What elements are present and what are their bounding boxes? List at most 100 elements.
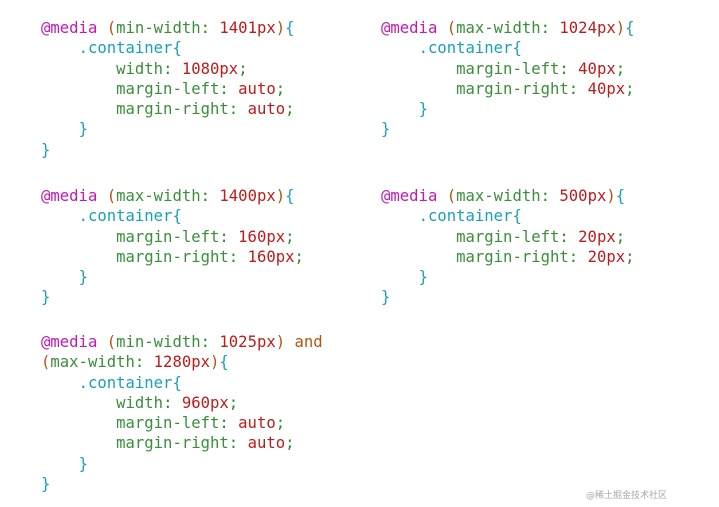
code-token-punc: : xyxy=(559,59,579,78)
code-token-punc: : xyxy=(163,393,182,412)
code-token-paren: ( xyxy=(106,19,117,37)
code-token-val: 20px xyxy=(578,227,616,246)
code-token-paren: ) xyxy=(210,353,220,372)
code-token-val: 20px xyxy=(587,247,626,266)
code-token-val: 40px xyxy=(587,79,626,98)
code-token-and: and xyxy=(294,333,323,351)
media-block-max-1400: @media (max-width: 1400px){ .container{ … xyxy=(41,186,304,308)
code-token-val: auto xyxy=(238,414,276,433)
code-token-punc: : xyxy=(568,79,588,98)
code-token-kw: @media xyxy=(41,19,98,37)
code-token-punc: ; xyxy=(625,247,635,266)
code-token-sel: .container xyxy=(78,207,173,226)
code-line: width: 960px; xyxy=(41,393,323,413)
code-token-punc: : xyxy=(540,19,560,37)
code-token-kw: @media xyxy=(41,333,98,351)
code-token-prop: margin-right xyxy=(116,100,229,119)
code-line: (max-width: 1280px){ xyxy=(41,352,323,372)
code-token-prop: max-width xyxy=(50,353,135,372)
code-token-sel: .container xyxy=(418,39,513,58)
code-token-prop: margin-right xyxy=(456,247,569,266)
code-token-paren: ( xyxy=(106,333,117,351)
code-token-prop: margin-right xyxy=(456,79,569,98)
media-block-max-500: @media (max-width: 500px){ .container{ m… xyxy=(381,186,635,308)
code-token-punc: : xyxy=(163,59,182,78)
code-token-punc: ; xyxy=(285,100,295,119)
code-token-kw: @media xyxy=(381,19,438,37)
code-line: margin-left: 160px; xyxy=(41,227,304,247)
code-token-punc: ; xyxy=(615,59,626,78)
code-token-sel: .container xyxy=(78,39,173,58)
code-line: } xyxy=(381,119,635,139)
code-line: } xyxy=(41,119,295,139)
code-token-brace: { xyxy=(172,207,182,226)
code-token-brace: { xyxy=(172,373,182,392)
code-token-kw: @media xyxy=(381,187,438,205)
code-token-paren: ) xyxy=(275,19,286,37)
code-token-punc: : xyxy=(228,247,248,266)
code-token-prop: width xyxy=(116,59,164,78)
code-line: width: 1080px; xyxy=(41,59,295,79)
code-token-punc: : xyxy=(134,353,154,372)
code-token-brace: { xyxy=(512,39,522,58)
code-token-prop: min-width xyxy=(116,19,201,37)
code-token-val: 160px xyxy=(238,227,286,246)
code-token-brace: { xyxy=(285,187,295,205)
code-line: .container{ xyxy=(41,206,304,226)
code-token-punc: : xyxy=(568,247,588,266)
code-token-val: 1080px xyxy=(181,59,239,78)
code-line: margin-left: 20px; xyxy=(381,227,635,247)
code-token-prop: min-width xyxy=(116,333,201,351)
code-line: } xyxy=(381,99,635,119)
code-token-paren: ) xyxy=(615,19,626,37)
code-token-prop: max-width xyxy=(456,19,541,37)
code-token-prop: margin-right xyxy=(116,247,229,266)
code-line: margin-right: 20px; xyxy=(381,247,635,267)
code-token-punc: ; xyxy=(275,79,286,98)
code-token-punc: ; xyxy=(238,59,248,78)
code-line: } xyxy=(381,287,635,307)
code-token-paren: ) xyxy=(275,333,286,351)
code-line: @media (max-width: 500px){ xyxy=(381,186,635,206)
code-line: @media (min-width: 1401px){ xyxy=(41,18,295,38)
code-line: } xyxy=(41,140,295,160)
code-line: .container{ xyxy=(41,38,295,58)
code-token-punc: : xyxy=(200,19,220,37)
code-token-punc: : xyxy=(540,187,560,205)
code-token-sel: .container xyxy=(78,373,173,392)
code-token-brace: } xyxy=(381,288,391,307)
code-token-paren: ( xyxy=(41,353,51,372)
code-token-punc: : xyxy=(559,227,579,246)
code-token-punc: ; xyxy=(228,393,239,412)
watermark: @稀土掘金技术社区 xyxy=(586,491,668,501)
code-token-punc: ; xyxy=(294,247,304,266)
code-token-kw: @media xyxy=(41,187,98,205)
code-token-punc: ; xyxy=(615,227,626,246)
code-token-val: auto xyxy=(238,79,276,98)
code-token-brace: } xyxy=(41,475,51,494)
code-token-brace: { xyxy=(285,19,295,37)
code-token-brace: { xyxy=(625,19,635,37)
code-token-paren: ) xyxy=(606,187,616,205)
code-token-punc: : xyxy=(200,187,220,205)
code-line: } xyxy=(381,267,635,287)
code-token-val: 960px xyxy=(181,393,229,412)
code-token-prop: margin-left xyxy=(116,79,220,98)
code-token-prop: max-width xyxy=(456,187,541,205)
code-token-val: 1280px xyxy=(153,353,211,372)
